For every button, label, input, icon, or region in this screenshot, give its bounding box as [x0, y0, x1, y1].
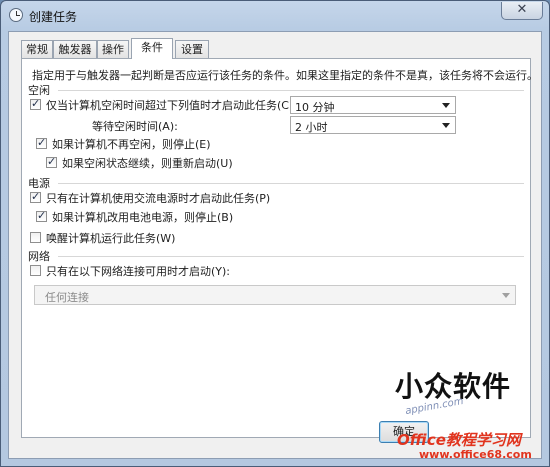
tab-triggers[interactable]: 触发器 — [53, 40, 97, 58]
close-button[interactable]: ✕ — [501, 2, 543, 20]
restart-if-idle-label: 如果空闲状态继续，则重新启动(U) — [62, 157, 233, 170]
start-if-idle-label: 仅当计算机空闲时间超过下列值时才启动此任务(C): — [46, 99, 297, 112]
wait-duration-value: 2 小时 — [295, 121, 328, 134]
tab-general[interactable]: 常规 — [21, 40, 53, 58]
stop-on-battery-label: 如果计算机改用电池电源，则停止(B) — [52, 211, 234, 224]
title-bar: 创建任务 ✕ — [1, 1, 549, 31]
tab-settings[interactable]: 设置 — [175, 40, 209, 58]
wake-computer-checkbox[interactable] — [30, 232, 41, 243]
watermark-brand: Office教程学习网 — [397, 431, 521, 449]
chevron-down-icon — [442, 103, 450, 108]
network-divider — [58, 256, 524, 257]
stop-on-battery-checkbox[interactable] — [36, 209, 47, 222]
restart-if-idle-checkbox[interactable] — [46, 155, 57, 168]
network-only-checkbox[interactable] — [30, 265, 41, 276]
network-connection-select[interactable]: 任何连接 — [34, 285, 516, 305]
window-title: 创建任务 — [29, 10, 78, 24]
create-task-window: 创建任务 ✕ 常规 触发器 操作 条件 设置 指定用于与触发器一起判断是否应运行… — [0, 0, 550, 467]
wake-computer-label: 唤醒计算机运行此任务(W) — [46, 232, 176, 245]
power-divider — [58, 183, 524, 184]
chevron-down-icon — [502, 293, 510, 298]
ac-power-label: 只有在计算机使用交流电源时才启动此任务(P) — [46, 192, 271, 205]
network-heading: 网络 — [28, 250, 50, 263]
tab-actions[interactable]: 操作 — [97, 40, 129, 58]
task-scheduler-clock-icon — [9, 8, 23, 22]
conditions-description: 指定用于与触发器一起判断是否应运行该任务的条件。如果这里指定的条件不是真，该任务… — [32, 69, 538, 82]
network-connection-value: 任何连接 — [45, 291, 89, 304]
idle-heading: 空闲 — [28, 84, 50, 97]
power-heading: 电源 — [28, 177, 50, 190]
chevron-down-icon — [442, 123, 450, 128]
idle-duration-select[interactable]: 10 分钟 — [290, 96, 456, 114]
stop-if-not-idle-checkbox[interactable] — [36, 136, 47, 149]
idle-divider — [58, 90, 524, 91]
wait-idle-label: 等待空闲时间(A): — [92, 120, 178, 133]
watermark-brand-url: www.office68.com — [419, 448, 532, 461]
stop-if-not-idle-label: 如果计算机不再空闲，则停止(E) — [52, 138, 211, 151]
ac-power-checkbox[interactable] — [30, 190, 41, 203]
network-only-label: 只有在以下网络连接可用时才启动(Y): — [46, 265, 231, 278]
idle-duration-value: 10 分钟 — [295, 101, 335, 114]
start-if-idle-checkbox[interactable] — [30, 97, 41, 110]
wait-duration-select[interactable]: 2 小时 — [290, 116, 456, 134]
tab-conditions[interactable]: 条件 — [131, 38, 173, 59]
